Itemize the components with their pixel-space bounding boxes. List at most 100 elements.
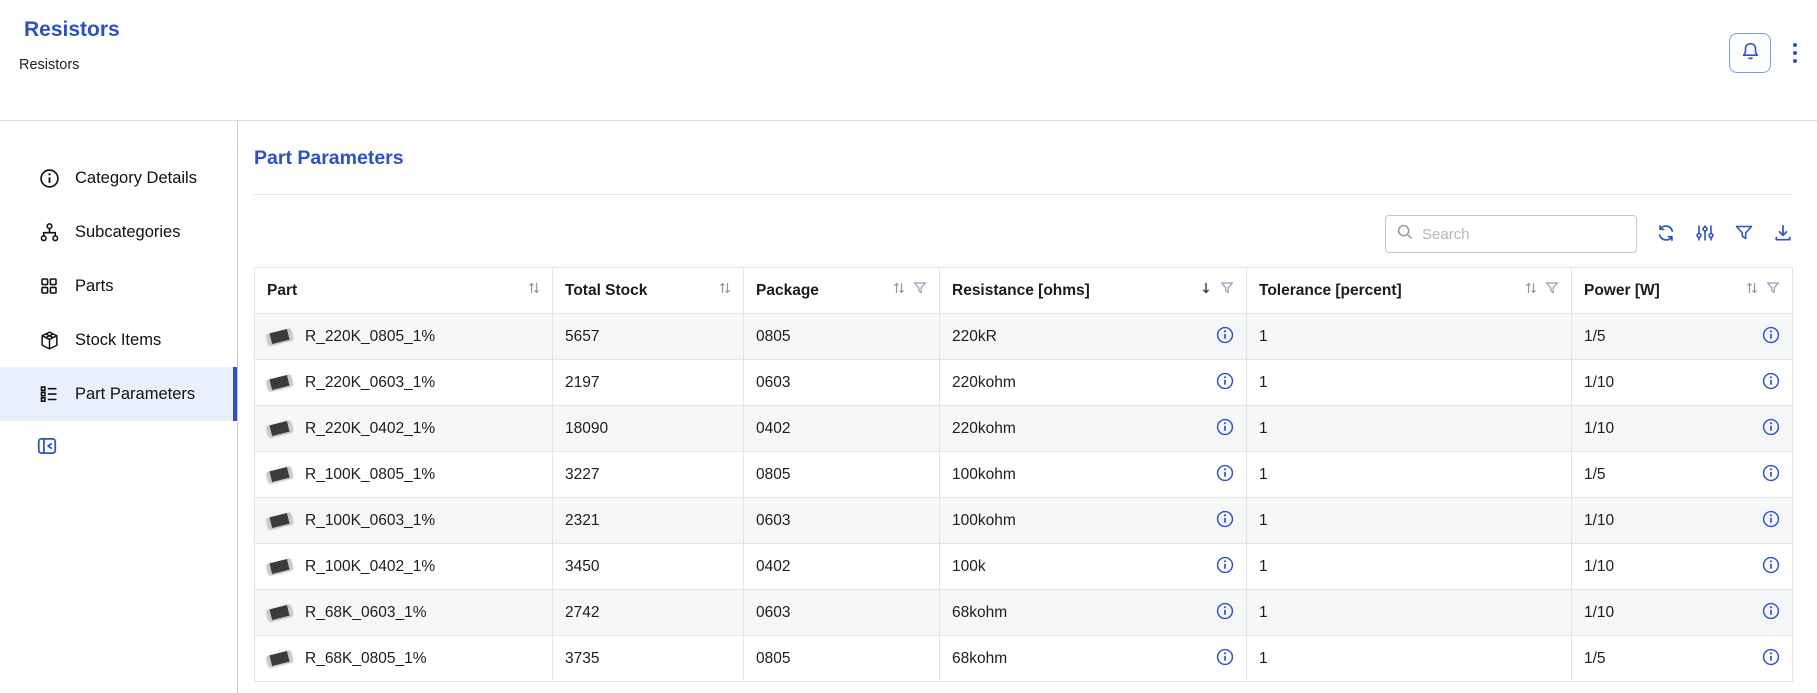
resistance-info-button[interactable] [1216,326,1234,347]
table-row[interactable]: R_100K_0402_1% 3450 0402 100k 1 1/10 [255,544,1793,590]
resistance-info-button[interactable] [1216,648,1234,669]
tolerance-cell: 1 [1247,498,1572,544]
info-icon [1762,326,1780,347]
total-stock-cell: 2197 [553,360,744,406]
part-parameters-table: Part Total Stock [254,267,1793,682]
collapse-sidebar-button[interactable] [36,435,58,460]
column-header-power[interactable]: Power [W] [1572,268,1793,314]
resistance-info-button[interactable] [1216,464,1234,485]
resistance-value: 100kohm [952,512,1016,530]
sort-icon[interactable] [893,281,905,300]
sidebar-item-label: Subcategories [75,223,181,242]
part-name[interactable]: R_220K_0402_1% [305,420,435,438]
part-cell[interactable]: R_100K_0603_1% [255,498,553,544]
part-cell[interactable]: R_100K_0805_1% [255,452,553,498]
column-filter-icon[interactable] [913,281,927,300]
sidebar-item-label: Category Details [75,169,197,188]
part-cell[interactable]: R_220K_0402_1% [255,406,553,452]
part-cell[interactable]: R_220K_0603_1% [255,360,553,406]
part-name[interactable]: R_68K_0805_1% [305,650,427,668]
resistance-info-button[interactable] [1216,372,1234,393]
resistance-value: 220kohm [952,374,1016,392]
kebab-menu-icon[interactable] [1787,36,1803,69]
part-cell[interactable]: R_68K_0603_1% [255,590,553,636]
power-info-button[interactable] [1762,510,1780,531]
sort-desc-icon[interactable] [1200,281,1212,300]
resistance-info-button[interactable] [1216,602,1234,623]
column-label: Total Stock [565,282,647,300]
breadcrumb[interactable]: Resistors [19,57,1817,73]
table-row[interactable]: R_100K_0603_1% 2321 0603 100kohm 1 1/10 [255,498,1793,544]
part-name[interactable]: R_100K_0805_1% [305,466,435,484]
part-name[interactable]: R_68K_0603_1% [305,604,427,622]
refresh-button[interactable] [1656,223,1676,246]
tolerance-cell: 1 [1247,360,1572,406]
sidebar-item-subcategories[interactable]: Subcategories [0,205,237,259]
part-thumbnail-icon [266,466,293,483]
power-info-button[interactable] [1762,648,1780,669]
part-thumbnail-icon [266,512,293,529]
table-row[interactable]: R_68K_0603_1% 2742 0603 68kohm 1 1/10 [255,590,1793,636]
info-icon [1216,326,1234,347]
column-label: Resistance [ohms] [952,282,1090,300]
power-info-button[interactable] [1762,326,1780,347]
part-name[interactable]: R_220K_0603_1% [305,374,435,392]
column-filter-icon[interactable] [1545,281,1559,300]
sort-icon[interactable] [1746,281,1758,300]
sidebar-item-category-details[interactable]: Category Details [0,151,237,205]
sidebar-item-parts[interactable]: Parts [0,259,237,313]
filter-button[interactable] [1734,223,1754,246]
table-body: R_220K_0805_1% 5657 0805 220kR 1 1/5 [255,314,1793,682]
part-name[interactable]: R_220K_0805_1% [305,328,435,346]
download-button[interactable] [1773,223,1793,246]
column-filter-icon[interactable] [1220,281,1234,300]
info-icon [1762,602,1780,623]
table-row[interactable]: R_220K_0805_1% 5657 0805 220kR 1 1/5 [255,314,1793,360]
sort-icon[interactable] [719,281,731,300]
info-icon [1216,602,1234,623]
part-name[interactable]: R_100K_0603_1% [305,512,435,530]
power-info-button[interactable] [1762,464,1780,485]
power-info-button[interactable] [1762,372,1780,393]
sidebar-item-label: Parts [75,277,114,296]
table-row[interactable]: R_100K_0805_1% 3227 0805 100kohm 1 1/5 [255,452,1793,498]
column-header-resistance[interactable]: Resistance [ohms] [940,268,1247,314]
part-cell[interactable]: R_220K_0805_1% [255,314,553,360]
resistance-info-button[interactable] [1216,510,1234,531]
column-label: Tolerance [percent] [1259,282,1402,300]
notifications-button[interactable] [1729,33,1771,73]
column-header-package[interactable]: Package [744,268,940,314]
part-name[interactable]: R_100K_0402_1% [305,558,435,576]
power-info-button[interactable] [1762,418,1780,439]
search-icon [1396,223,1414,246]
sidebar-item-part-parameters[interactable]: Part Parameters [0,367,237,421]
column-header-part[interactable]: Part [255,268,553,314]
search-input[interactable] [1422,226,1626,243]
table-row[interactable]: R_220K_0402_1% 18090 0402 220kohm 1 1/10 [255,406,1793,452]
table-row[interactable]: R_68K_0805_1% 3735 0805 68kohm 1 1/5 [255,636,1793,682]
column-filter-icon[interactable] [1766,281,1780,300]
column-label: Power [W] [1584,282,1660,300]
tolerance-cell: 1 [1247,452,1572,498]
resistance-info-button[interactable] [1216,418,1234,439]
power-info-button[interactable] [1762,556,1780,577]
part-cell[interactable]: R_68K_0805_1% [255,636,553,682]
part-cell[interactable]: R_100K_0402_1% [255,544,553,590]
column-settings-button[interactable] [1695,223,1715,246]
sort-icon[interactable] [1525,281,1537,300]
filter-icon [1734,223,1754,246]
package-cell: 0805 [744,636,940,682]
resistance-value: 220kR [952,328,997,346]
sidebar-item-stock-items[interactable]: Stock Items [0,313,237,367]
table-row[interactable]: R_220K_0603_1% 2197 0603 220kohm 1 1/10 [255,360,1793,406]
column-header-total-stock[interactable]: Total Stock [553,268,744,314]
sort-icon[interactable] [528,281,540,300]
column-header-tolerance[interactable]: Tolerance [percent] [1247,268,1572,314]
power-info-button[interactable] [1762,602,1780,623]
part-thumbnail-icon [266,420,293,437]
resistance-info-button[interactable] [1216,556,1234,577]
power-value: 1/10 [1584,512,1614,530]
table-header-row: Part Total Stock [255,268,1793,314]
power-value: 1/10 [1584,604,1614,622]
info-icon [1762,648,1780,669]
